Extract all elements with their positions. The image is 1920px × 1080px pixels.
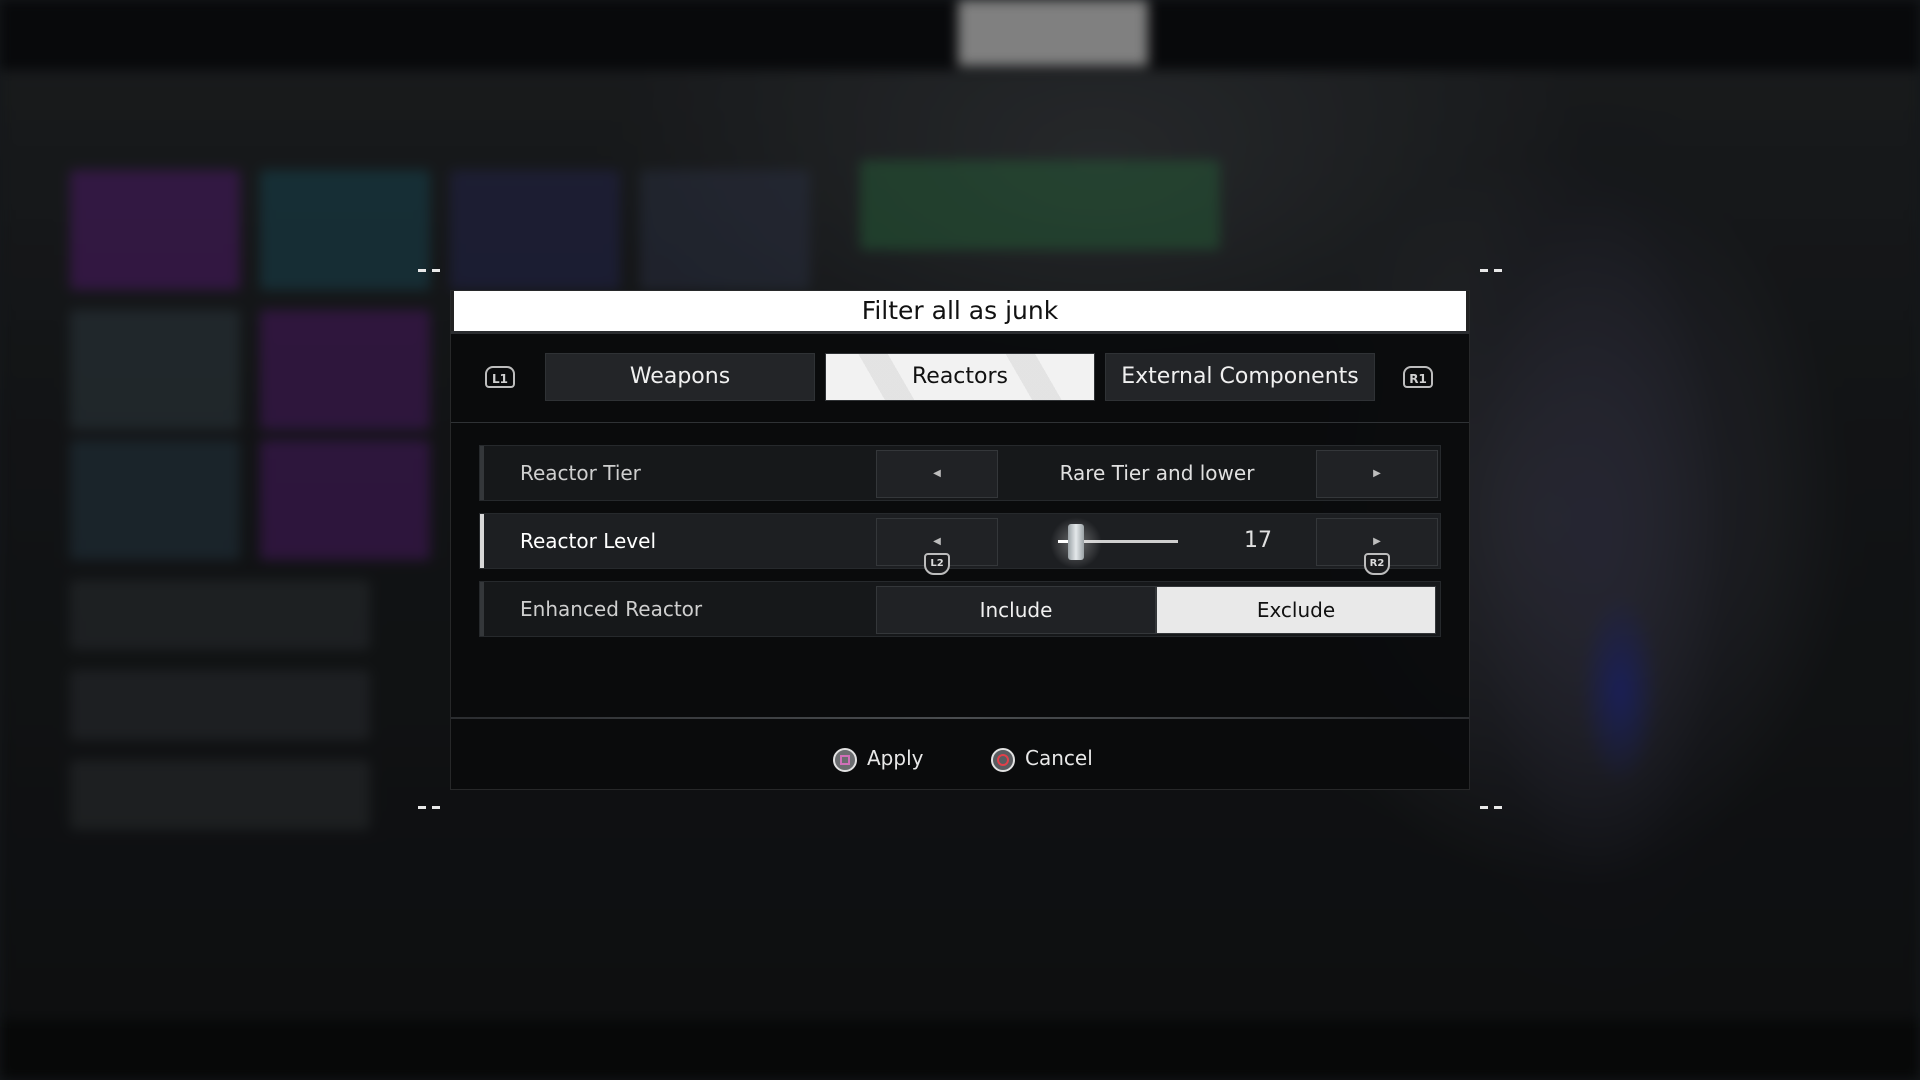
filter-row-reactor-level[interactable]: Reactor Level ◀ L2 17 ▶ R2 bbox=[479, 513, 1441, 575]
reactor-level-decrease-button[interactable]: ◀ L2 bbox=[876, 518, 998, 575]
right-arrow-icon: ▶ bbox=[1373, 536, 1381, 547]
filter-row-enhanced-reactor[interactable]: Enhanced Reactor Include Exclude bbox=[479, 581, 1441, 637]
l1-bumper-icon[interactable]: L1 bbox=[485, 366, 515, 388]
right-arrow-icon: ▶ bbox=[1373, 468, 1381, 479]
reactor-tier-value: Rare Tier and lower bbox=[1059, 461, 1255, 485]
category-tabs: L1 Weapons Reactors External Components … bbox=[451, 353, 1469, 405]
cancel-button[interactable]: Cancel bbox=[991, 743, 1093, 773]
include-option-button[interactable]: Include bbox=[876, 586, 1156, 634]
corner-bracket-top-left bbox=[418, 269, 440, 272]
apply-label: Apply bbox=[867, 746, 924, 770]
r2-trigger-icon: R2 bbox=[1364, 553, 1390, 575]
reactor-tier-prev-button[interactable]: ◀ bbox=[876, 450, 998, 498]
corner-bracket-top-right bbox=[1480, 269, 1502, 272]
footer-divider bbox=[451, 717, 1469, 719]
reactor-tier-label: Reactor Tier bbox=[520, 461, 641, 485]
row-accent bbox=[480, 582, 484, 636]
dialog-title: Filter all as junk bbox=[451, 291, 1469, 331]
cancel-label: Cancel bbox=[1025, 746, 1093, 770]
enhanced-reactor-label: Enhanced Reactor bbox=[520, 597, 703, 621]
left-arrow-icon: ◀ bbox=[933, 468, 941, 479]
tab-weapons[interactable]: Weapons bbox=[545, 353, 815, 401]
reactor-level-value: 17 bbox=[1244, 528, 1272, 553]
corner-bracket-bottom-left bbox=[418, 806, 440, 809]
tab-external-components[interactable]: External Components bbox=[1105, 353, 1375, 401]
corner-bracket-bottom-right bbox=[1480, 806, 1502, 809]
left-arrow-icon: ◀ bbox=[933, 536, 941, 547]
reactor-level-increase-button[interactable]: ▶ R2 bbox=[1316, 518, 1438, 575]
tabs-divider bbox=[451, 422, 1469, 423]
r1-bumper-icon[interactable]: R1 bbox=[1403, 366, 1433, 388]
title-divider bbox=[451, 331, 1469, 334]
filter-row-reactor-tier[interactable]: Reactor Tier ◀ Rare Tier and lower ▶ bbox=[479, 445, 1441, 501]
square-button-icon bbox=[833, 747, 857, 772]
exclude-option-button[interactable]: Exclude bbox=[1156, 586, 1436, 634]
row-accent bbox=[480, 446, 484, 500]
apply-button[interactable]: Apply bbox=[833, 743, 923, 773]
row-accent bbox=[480, 514, 484, 568]
reactor-level-label: Reactor Level bbox=[520, 529, 657, 553]
filter-dialog: Filter all as junk L1 Weapons Reactors E… bbox=[450, 290, 1470, 790]
tab-reactors[interactable]: Reactors bbox=[825, 353, 1095, 401]
reactor-tier-next-button[interactable]: ▶ bbox=[1316, 450, 1438, 498]
circle-button-icon bbox=[991, 747, 1015, 772]
reactor-level-slider-handle[interactable] bbox=[1068, 524, 1084, 560]
l2-trigger-icon: L2 bbox=[924, 553, 950, 575]
